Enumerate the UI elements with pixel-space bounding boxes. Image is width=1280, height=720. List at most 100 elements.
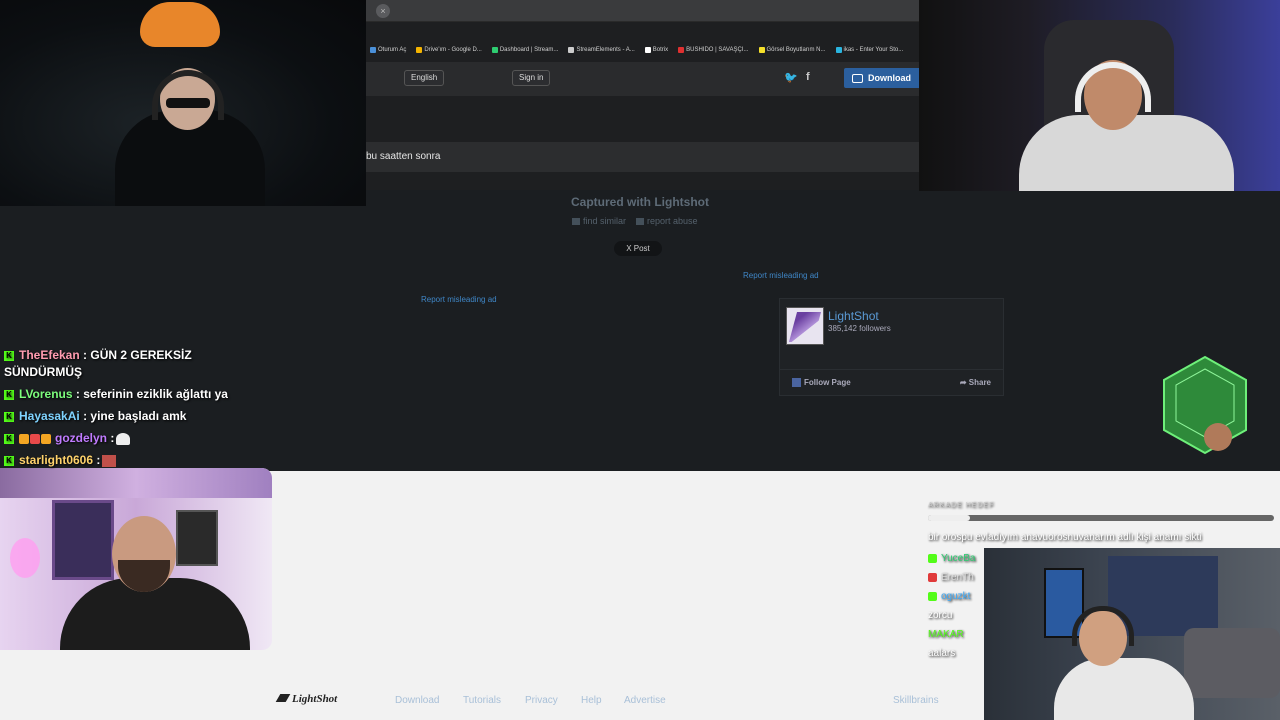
goal-progress-bar	[928, 515, 1274, 521]
chat-username[interactable]: gozdelyn	[55, 431, 107, 445]
bookmark-item[interactable]: Görsel Boyutlarım N...	[758, 42, 826, 58]
chat-message: MAKAR	[928, 625, 1280, 644]
browser-capture: × Oturum Aç Drive'ım - Google D... Dashb…	[366, 0, 919, 190]
bookmark-icon	[644, 47, 651, 53]
chat-message: K TheEfekan : GÜN 2 GEREKSİZ SÜNDÜRMÜŞ	[4, 347, 244, 381]
secondary-stream-chat: ARKADE HEDEF bir orospu evladıyım anavuo…	[928, 502, 1280, 663]
sign-in-button[interactable]: Sign in	[512, 70, 551, 86]
chat-message: aalars	[928, 644, 1280, 663]
capture-links: find similar report abuse	[572, 216, 698, 226]
find-similar-label: find similar	[583, 216, 627, 226]
footer-logo-text: LightShot	[292, 693, 338, 705]
lightshot-header: English Sign in 🐦 f Download	[366, 62, 919, 96]
facebook-icon[interactable]: f	[806, 71, 810, 83]
follow-page-button[interactable]: Follow Page	[792, 378, 851, 388]
captured-title: Captured with Lightshot	[571, 195, 709, 209]
footer-link-advertise[interactable]: Advertise	[624, 695, 666, 706]
mod-badge-icon	[928, 573, 937, 582]
plush-toy	[140, 2, 220, 47]
chat-text: : seferinin eziklik ağlattı ya	[75, 387, 228, 401]
webcam-top-right	[919, 0, 1280, 191]
footer-skillbrains[interactable]: Skillbrains	[893, 695, 939, 706]
find-similar-link[interactable]: find similar	[572, 216, 626, 226]
report-misleading-ad-link[interactable]: Report misleading ad	[743, 271, 819, 280]
crown-badge-icon	[41, 433, 51, 444]
chat-username[interactable]: aalars	[928, 644, 955, 663]
goal-title: ARKADE HEDEF	[928, 502, 995, 509]
kick-badge-icon: K	[4, 411, 14, 422]
bookmarks-bar: Oturum Aç Drive'ım - Google D... Dashboa…	[366, 42, 919, 58]
screenshot-comment: bu saatten sonra	[366, 142, 919, 172]
chat-username[interactable]: YuceBa	[941, 549, 975, 568]
bookmark-icon	[835, 47, 842, 53]
facebook-icon	[792, 378, 801, 388]
chat-message: K LVorenus : seferinin eziklik ağlattı ya	[4, 386, 244, 403]
footer-link-tutorials[interactable]: Tutorials	[463, 695, 501, 706]
webcam-bottom-left	[0, 468, 272, 650]
camera-icon	[572, 218, 580, 226]
facebook-page-widget: LightShot 385,142 followers Follow Page …	[779, 298, 1004, 396]
footer-link-privacy[interactable]: Privacy	[525, 695, 558, 706]
download-icon	[852, 74, 863, 84]
chat-username[interactable]: LVorenus	[19, 387, 73, 401]
download-label: Download	[868, 73, 911, 83]
bookmark-item[interactable]: Botrix	[644, 42, 668, 58]
hex-sticker-icon	[1163, 355, 1247, 455]
webcam-top-left	[0, 0, 366, 206]
bookmark-item[interactable]: ikas - Enter Your Sto...	[835, 42, 903, 58]
chat-username[interactable]: MAKAR	[928, 625, 964, 644]
chat-message: Kstarlight0606 :	[4, 452, 244, 469]
bookmark-icon	[370, 47, 376, 53]
fb-page-name[interactable]: LightShot	[828, 309, 879, 323]
fb-followers-count: 385,142 followers	[828, 324, 891, 333]
chat-username[interactable]: starlight0606	[19, 453, 93, 467]
chat-username[interactable]: HayasakAi	[19, 409, 80, 423]
language-select[interactable]: English	[404, 70, 445, 86]
footer-logo[interactable]: LightShot	[275, 693, 338, 705]
share-button[interactable]: ➦ Share	[960, 378, 991, 387]
emote-badge-icon	[30, 433, 40, 444]
chat-text: :	[96, 453, 101, 467]
chat-message: K HayasakAi : yine başladı amk	[4, 408, 244, 425]
chat-username[interactable]: oguzkt	[941, 587, 970, 606]
emote-icon	[116, 432, 131, 445]
bookmark-icon	[758, 47, 765, 53]
browser-tab-bar: ×	[366, 0, 919, 22]
x-post-button[interactable]: X Post	[614, 241, 662, 256]
wall-frame	[52, 500, 114, 580]
twitter-icon[interactable]: 🐦	[784, 71, 798, 84]
streamer-figure	[1019, 115, 1234, 191]
share-label: Share	[968, 378, 991, 387]
kick-badge-icon: K	[4, 389, 14, 400]
chat-message: YuceBa	[928, 549, 1280, 568]
bookmark-item[interactable]: BUSHIDO | SAVAŞÇI...	[678, 42, 749, 58]
lamp	[10, 538, 40, 578]
chat-username[interactable]: zorcu	[928, 606, 952, 625]
gift-badge-icon	[19, 433, 29, 444]
footer-link-download[interactable]: Download	[395, 695, 439, 706]
bookmark-item[interactable]: Drive'ım - Google D...	[416, 42, 482, 58]
chat-message: Kgozdelyn :	[4, 430, 244, 447]
browser-close-icon[interactable]: ×	[376, 4, 390, 18]
report-misleading-ad-link[interactable]: Report misleading ad	[421, 295, 497, 304]
flag-icon	[636, 218, 645, 226]
bookmark-item[interactable]: StreamElements - A...	[568, 42, 635, 58]
fb-actions: Follow Page ➦ Share	[780, 369, 1003, 395]
bookmark-item[interactable]: Dashboard | Stream...	[491, 42, 558, 58]
footer-link-help[interactable]: Help	[581, 695, 602, 706]
chat-username[interactable]: TheEfekan	[19, 348, 80, 362]
stream-chat: K TheEfekan : GÜN 2 GEREKSİZ SÜNDÜRMÜŞ KL…	[4, 347, 244, 474]
streamer-figure	[1054, 658, 1194, 720]
bookmark-item[interactable]: Oturum Aç	[370, 42, 406, 58]
bookmark-icon	[491, 47, 498, 53]
chat-username[interactable]: ErenTh	[941, 568, 974, 587]
emote-icon	[102, 454, 117, 467]
kick-badge-icon	[928, 554, 937, 563]
chat-message: oguzkt	[928, 587, 1280, 606]
bookmark-icon	[416, 47, 423, 53]
lightshot-logo[interactable]	[786, 307, 824, 345]
kick-badge-icon: K	[4, 433, 14, 444]
kick-badge-icon: K	[4, 455, 14, 466]
report-abuse-link[interactable]: report abuse	[636, 216, 698, 226]
download-button[interactable]: Download	[844, 68, 919, 88]
